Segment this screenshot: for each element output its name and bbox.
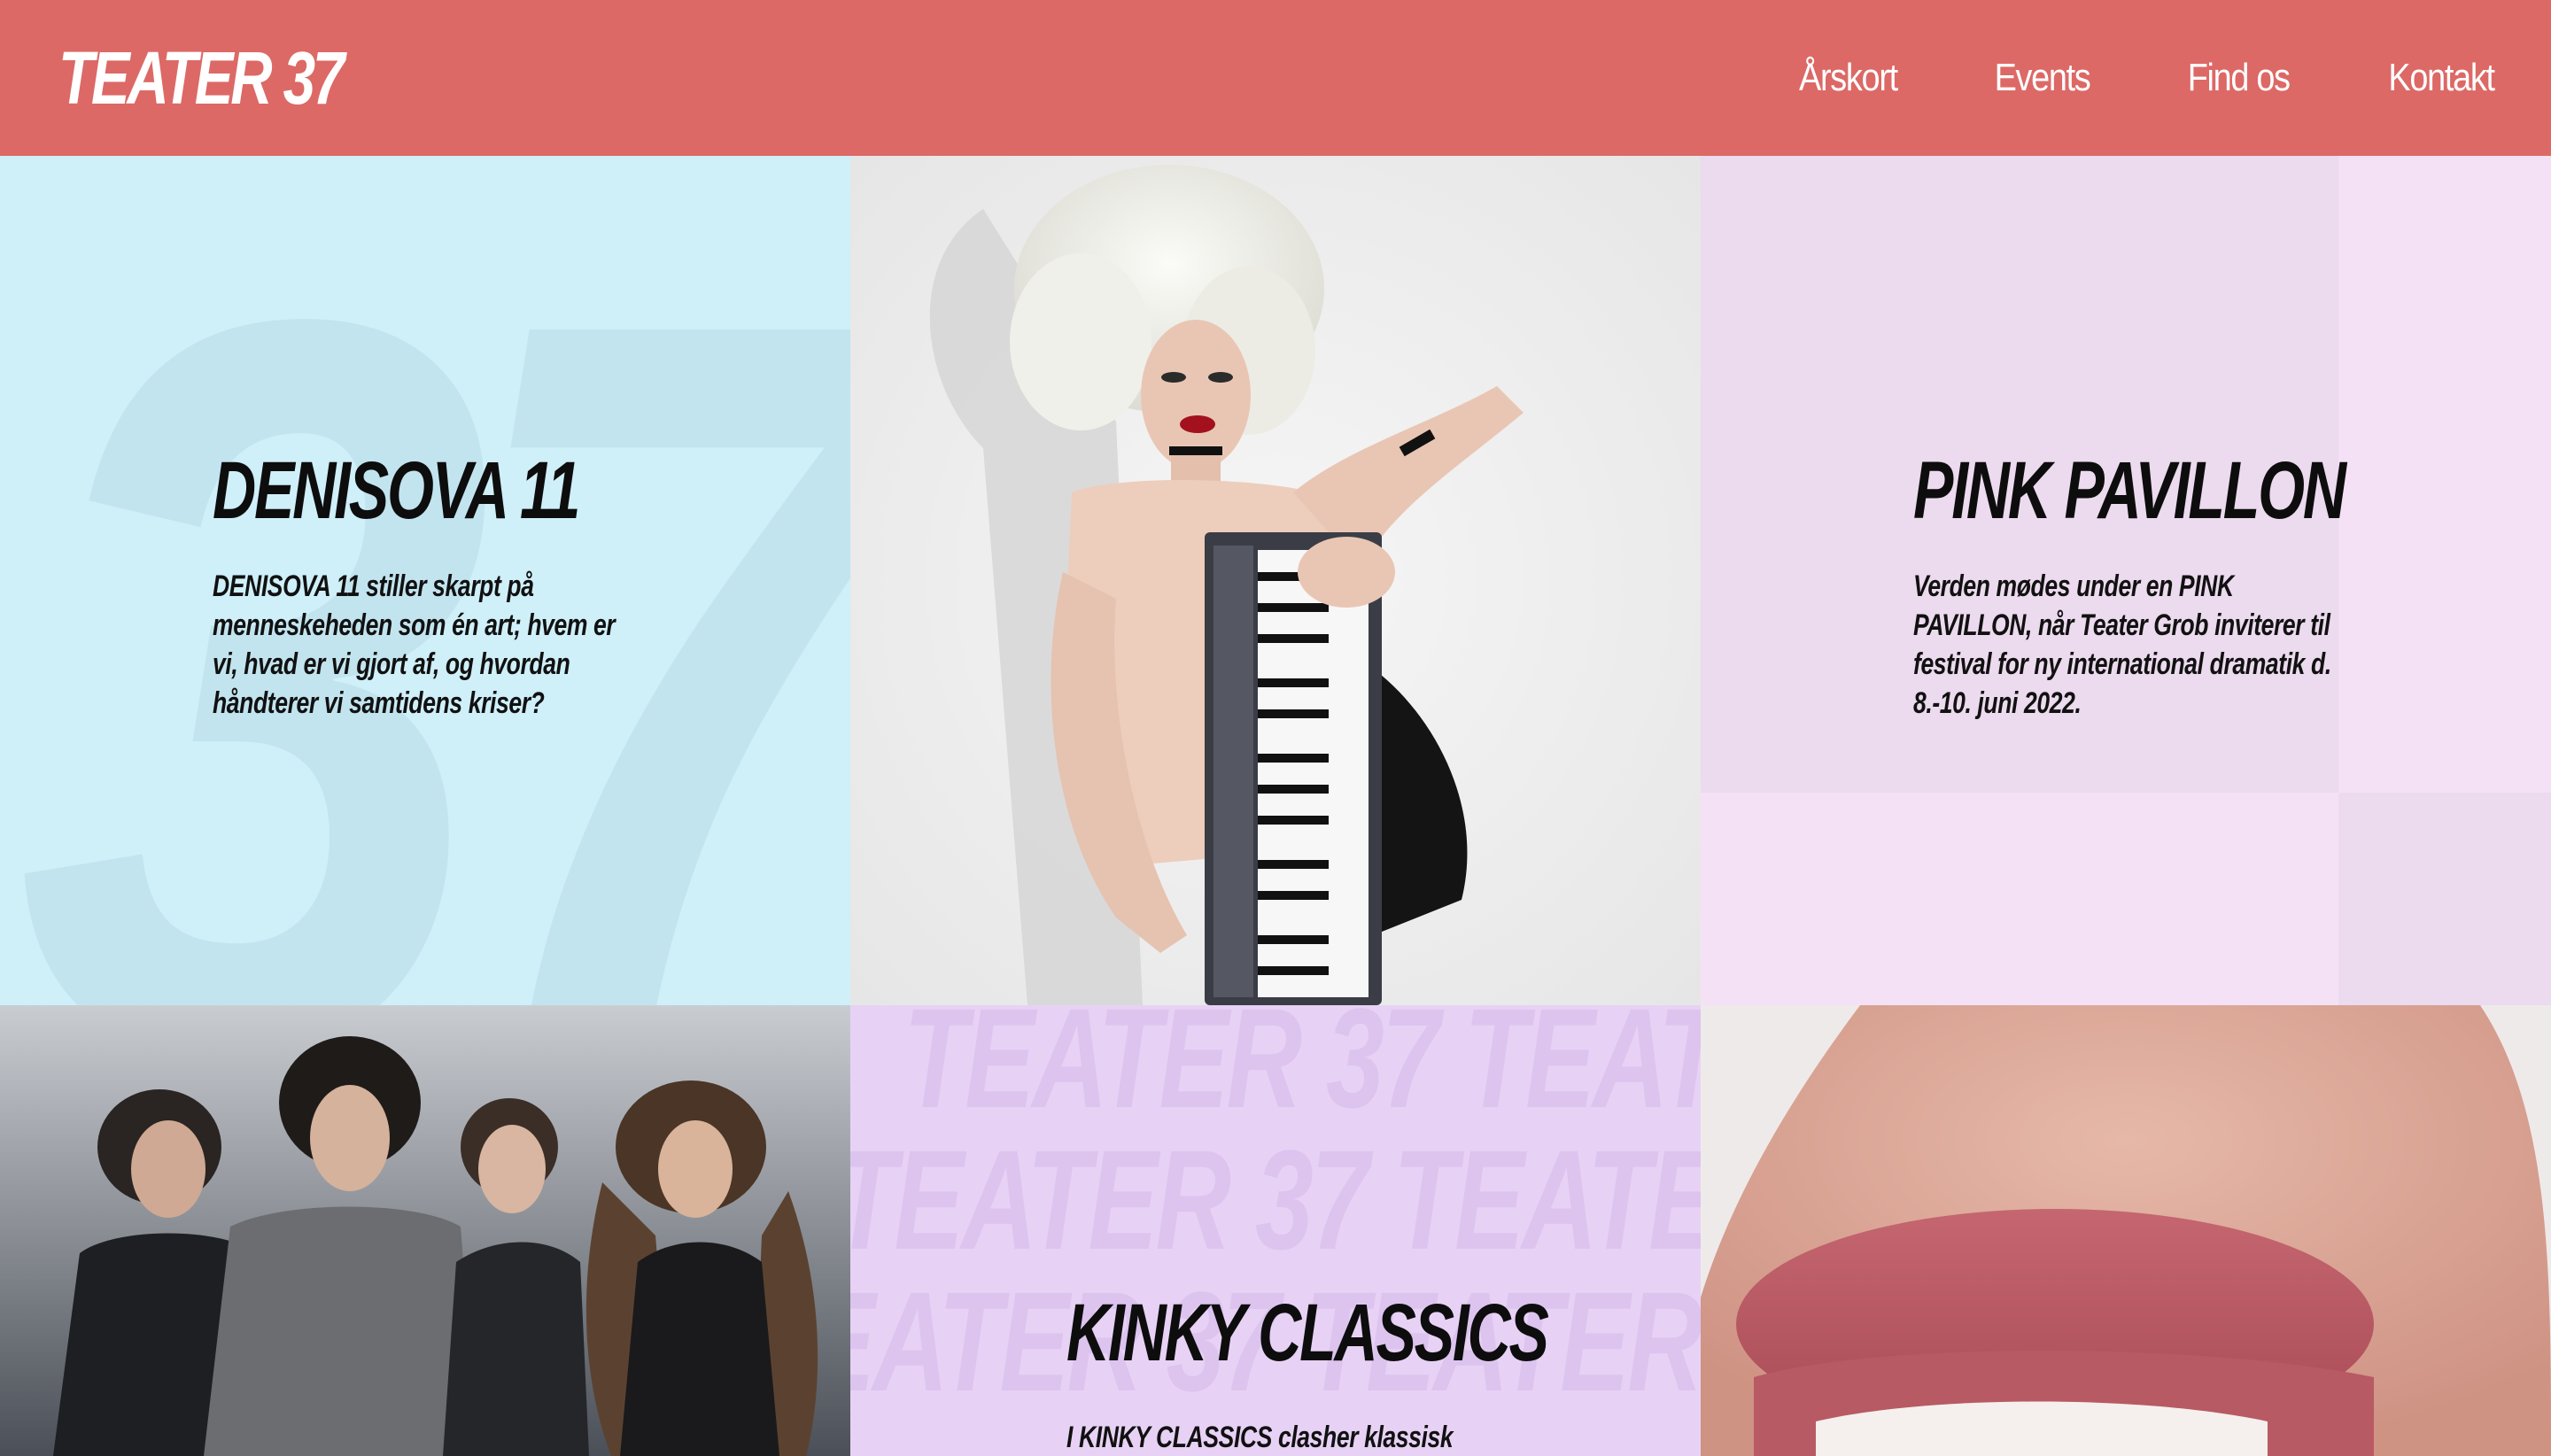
performer-photo	[850, 156, 1701, 1005]
nav-item-events[interactable]: Events	[1924, 46, 2091, 110]
lips-photo	[1701, 1005, 2551, 1456]
watermark-row: TEATER 37 TEATER 37 TEATER 37	[850, 1120, 1701, 1279]
tile-kinky-classics[interactable]: TEATER 37 TEATER 37 TEATER 37 TEATER 37 …	[850, 1005, 1701, 1456]
site-logo[interactable]: TEATER 37	[58, 34, 345, 122]
nav-item-kontakt[interactable]: Kontakt	[2319, 46, 2496, 110]
show-description-denisova: DENISOVA 11 stiller skarpt på menneskehe…	[213, 569, 616, 720]
tile-photo-lips[interactable]	[1701, 1005, 2551, 1456]
nav-item-arskort[interactable]: Årskort	[1729, 46, 1898, 110]
tile-photo-four-women[interactable]	[0, 1005, 850, 1456]
group-photo	[0, 1005, 850, 1456]
show-title-pink-pavillon[interactable]: PINK PAVILLON	[1913, 446, 2346, 535]
site-header: TEATER 37 Årskort Events Find os Kontakt	[0, 0, 2551, 156]
nav-item-find-os[interactable]: Find os	[2118, 46, 2291, 110]
show-description-kinky-classics: I KINKY CLASSICS clasher klassisk musik	[1066, 1421, 1454, 1454]
tile-pink-pavillon[interactable]: PINK PAVILLON Verden mødes under en PINK…	[1701, 156, 2551, 1005]
watermark-row: TEATER 37 TEATER 37 TEATER 37	[903, 1005, 1701, 1137]
show-description-pink-pavillon: Verden mødes under en PINK PAVILLON, når…	[1913, 569, 2331, 720]
tile-photo-performer-keyboard[interactable]	[850, 156, 1701, 1005]
show-title-denisova[interactable]: DENISOVA 11	[213, 446, 580, 535]
show-title-kinky-classics[interactable]: KINKY CLASSICS	[1066, 1289, 1549, 1377]
pink-corner-block	[2338, 793, 2551, 1005]
tile-denisova-11[interactable]: 37 DENISOVA 11 DENISOVA 11 stiller skarp…	[0, 156, 850, 1005]
main-nav: Årskort Events Find os Kontakt	[1702, 46, 2496, 110]
